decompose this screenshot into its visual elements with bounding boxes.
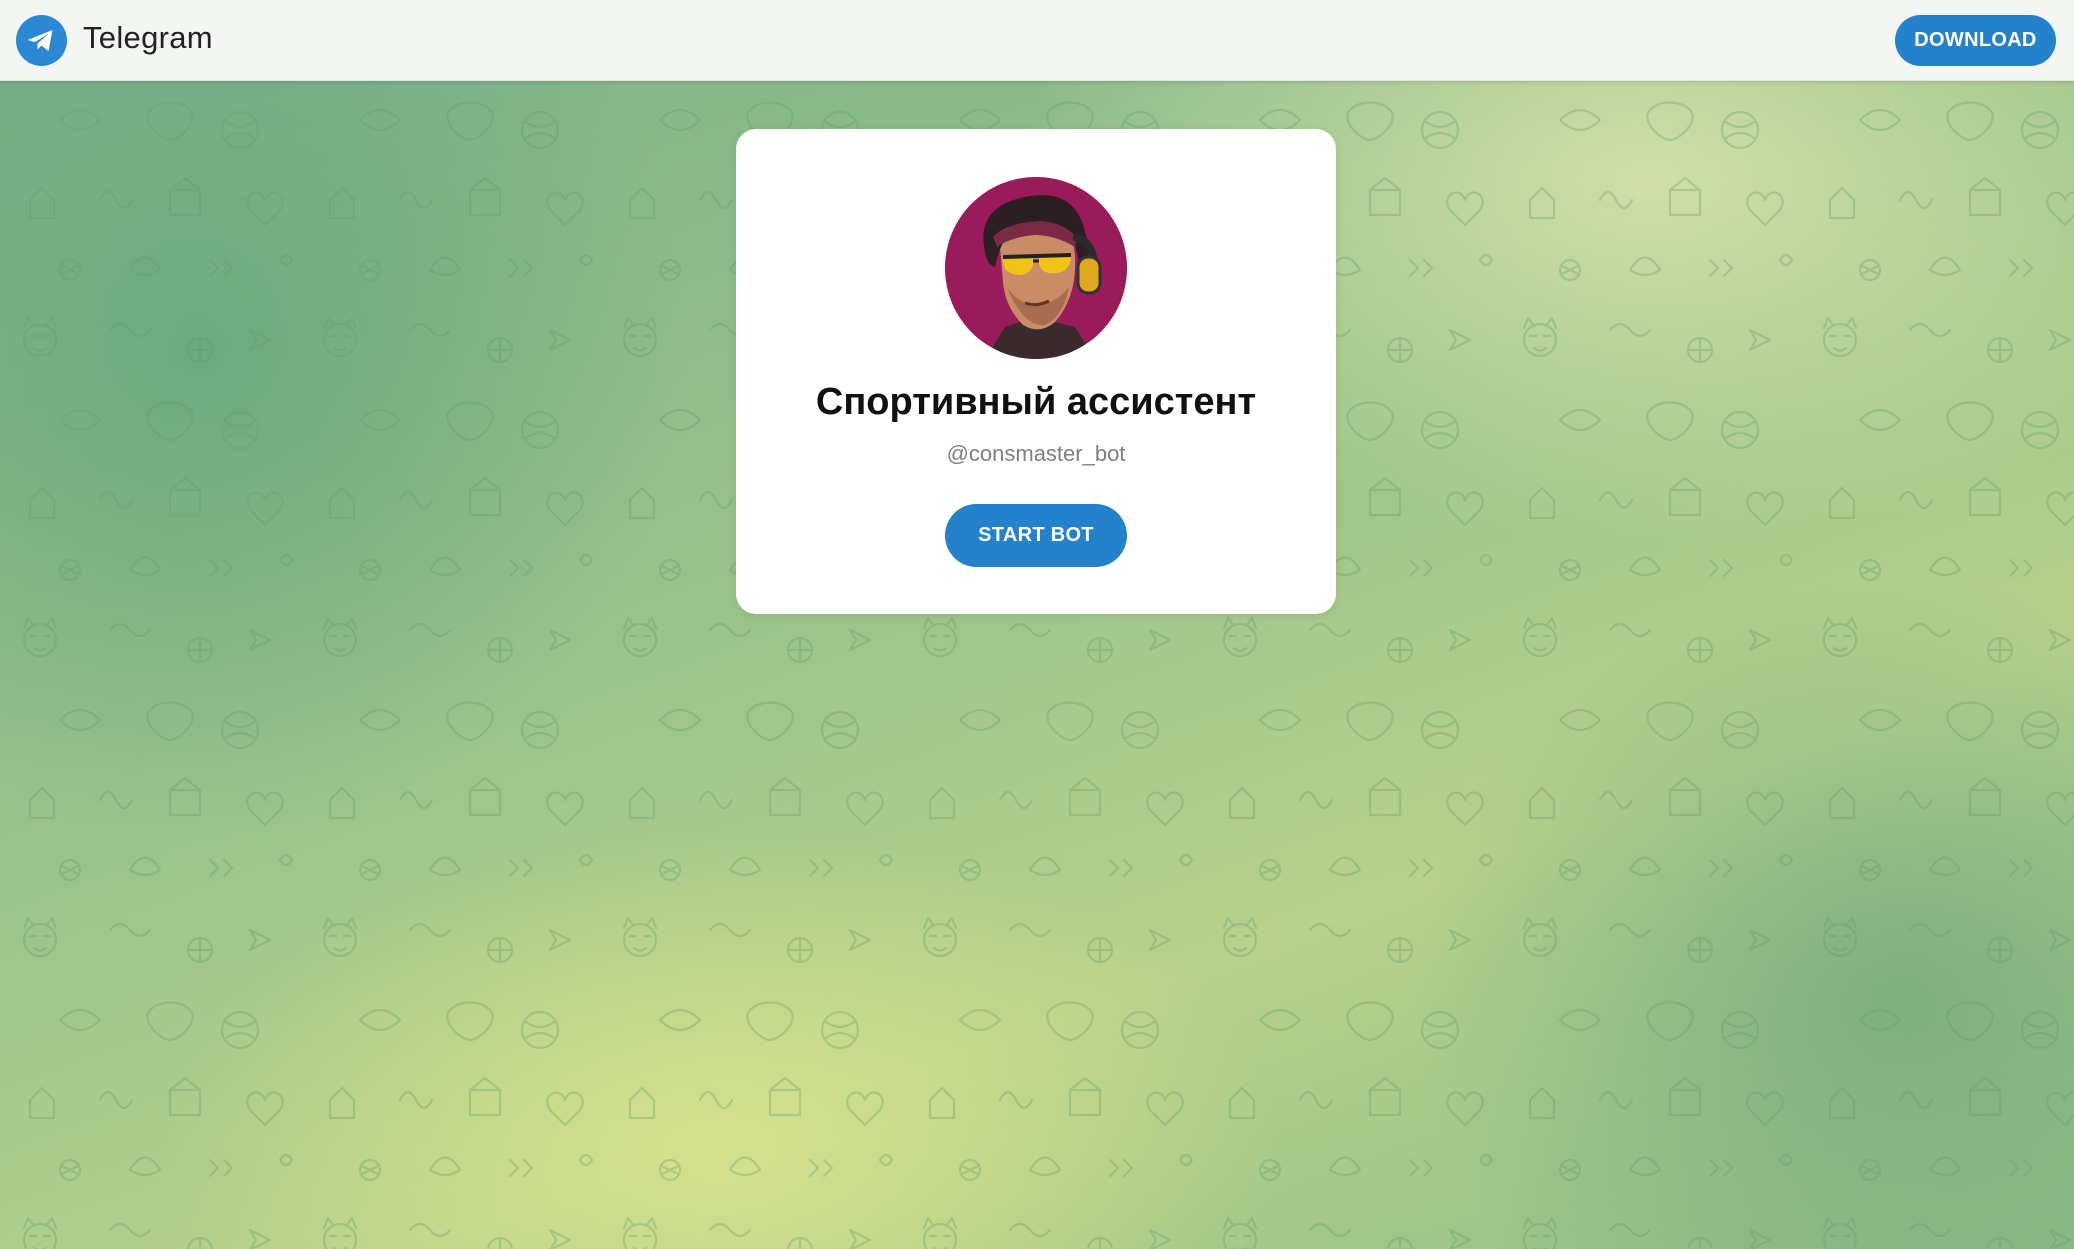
bot-card: Спортивный ассистент @consmaster_bot STA… bbox=[736, 129, 1336, 614]
start-bot-button[interactable]: START BOT bbox=[945, 504, 1127, 567]
telegram-logo-icon[interactable] bbox=[16, 15, 67, 66]
top-header: Telegram DOWNLOAD bbox=[0, 0, 2074, 81]
bot-avatar bbox=[945, 177, 1127, 359]
bot-username: @consmaster_bot bbox=[946, 441, 1126, 466]
bot-name: Спортивный ассистент bbox=[815, 381, 1257, 423]
download-button[interactable]: DOWNLOAD bbox=[1895, 15, 2056, 66]
app-name[interactable]: Telegram bbox=[83, 20, 213, 56]
